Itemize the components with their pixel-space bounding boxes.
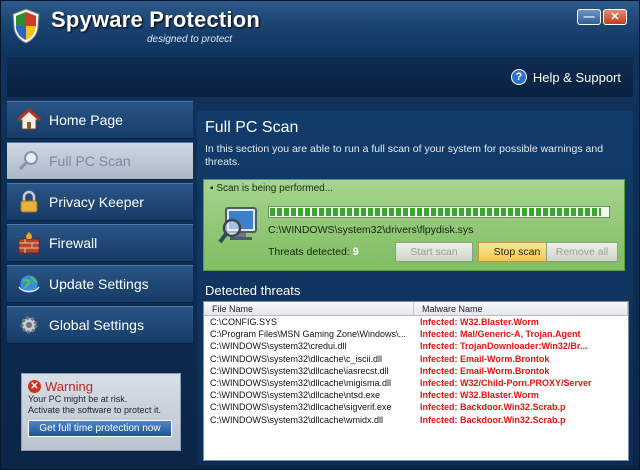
page-title: Full PC Scan — [205, 119, 299, 136]
table-row[interactable]: C:\Program Files\MSN Gaming Zone\Windows… — [204, 328, 628, 340]
header-band: ? Help & Support — [7, 57, 633, 97]
table-header: File Name Malware Name — [204, 302, 628, 316]
malware-name-cell: Infected: TrojanDownloader:Win32/Br... — [420, 341, 588, 352]
table-row[interactable]: C:\CONFIG.SYS Infected: W32.Blaster.Worm — [204, 316, 628, 328]
minimize-button[interactable]: — — [577, 9, 601, 25]
close-button[interactable]: ✕ — [603, 9, 627, 25]
sidebar-item-home-page[interactable]: Home Page — [7, 101, 193, 139]
sidebar-item-label: Global Settings — [49, 317, 144, 333]
sidebar-item-global-settings[interactable]: Global Settings — [7, 306, 193, 344]
threats-detected-label: Threats detected: — [268, 246, 350, 258]
globe-icon — [18, 274, 40, 294]
scan-progress-bar — [268, 206, 610, 218]
app-window: Spyware Protection designed to protect —… — [0, 0, 640, 470]
sidebar-item-privacy-keeper[interactable]: Privacy Keeper — [7, 183, 193, 221]
malware-name-cell: Infected: W32.Blaster.Worm — [420, 390, 539, 401]
malware-name-cell: Infected: W32/Child-Porn.PROXY/Server — [420, 377, 592, 388]
warning-heading: ✕ Warning — [28, 379, 174, 394]
warning-icon: ✕ — [28, 380, 41, 393]
file-name-cell: C:\WINDOWS\system32\dllcache\sigverif.ex… — [210, 402, 392, 413]
current-scan-file: C:\WINDOWS\system32\drivers\flpydisk.sys — [268, 224, 474, 236]
column-header-malware-name[interactable]: Malware Name — [414, 302, 628, 316]
malware-name-cell: Infected: Email-Worm.Brontok — [420, 365, 550, 376]
app-subtitle: designed to protect — [147, 34, 233, 45]
malware-name-cell: Infected: Email-Worm.Brontok — [420, 353, 550, 364]
scan-progress-fill — [270, 208, 602, 216]
table-row[interactable]: C:\WINDOWS\system32\dllcache\wmidx.dll In… — [204, 414, 628, 426]
computer-scan-icon — [218, 207, 257, 244]
shield-logo-icon — [12, 8, 40, 44]
main-panel: Full PC Scan In this section you are abl… — [197, 111, 633, 465]
help-support-link[interactable]: ? Help & Support — [510, 69, 621, 85]
table-row[interactable]: C:\WINDOWS\system32\dllcache\sigverif.ex… — [204, 401, 628, 413]
table-row[interactable]: C:\WINDOWS\system32\dllcache\ntsd.exe Inf… — [204, 389, 628, 401]
file-name-cell: C:\WINDOWS\system32\dllcache\ntsd.exe — [210, 390, 381, 401]
help-icon: ? — [510, 69, 527, 85]
page-description: In this section you are able to run a fu… — [205, 143, 604, 168]
table-row[interactable]: C:\WINDOWS\system32\dllcache\migisma.dll… — [204, 377, 628, 389]
sidebar-item-full-pc-scan[interactable]: Full PC Scan — [7, 142, 193, 180]
file-name-cell: C:\WINDOWS\system32\dllcache\wmidx.dll — [210, 414, 384, 425]
malware-name-cell: Infected: Backdoor.Win32.Scrab.p — [420, 414, 566, 425]
sidebar-item-label: Firewall — [49, 235, 98, 251]
malware-name-cell: Infected: Mal/Generic-A, Trojan.Agent — [420, 329, 581, 340]
sidebar: Home Page Full PC Scan Privacy Keeper Fi… — [7, 101, 193, 465]
remove-all-button[interactable]: Remove all — [546, 242, 618, 262]
title-bar: Spyware Protection designed to protect —… — [1, 1, 639, 53]
file-name-cell: C:\WINDOWS\system32\dllcache\migisma.dll — [210, 377, 392, 388]
warning-text-line-2: Activate the software to protect it. — [28, 405, 162, 415]
file-name-cell: C:\Program Files\MSN Gaming Zone\Windows… — [210, 329, 407, 340]
detected-threats-title: Detected threats — [205, 283, 301, 298]
gear-icon — [20, 316, 38, 334]
sidebar-item-label: Privacy Keeper — [49, 194, 144, 210]
magnifier-icon — [18, 151, 38, 171]
threats-detected: Threats detected: 9 — [268, 246, 359, 258]
house-icon — [17, 108, 41, 130]
warning-text-line-1: Your PC might be at risk. — [28, 394, 128, 404]
table-body: C:\CONFIG.SYS Infected: W32.Blaster.Worm C… — [204, 316, 628, 426]
app-title: Spyware Protection — [51, 7, 260, 32]
file-name-cell: C:\WINDOWS\system32\credui.dll — [210, 341, 347, 352]
column-header-file-name[interactable]: File Name — [204, 302, 414, 316]
malware-name-cell: Infected: Backdoor.Win32.Scrab.p — [420, 402, 566, 413]
table-row[interactable]: C:\WINDOWS\system32\dllcache\c_iscii.dll… — [204, 353, 628, 365]
stop-scan-button[interactable]: Stop scan — [478, 242, 556, 262]
start-scan-button[interactable]: Start scan — [395, 242, 473, 262]
sidebar-item-label: Full PC Scan — [49, 153, 131, 169]
file-name-cell: C:\WINDOWS\system32\dllcache\iasrecst.dl… — [210, 365, 389, 376]
padlock-icon — [20, 190, 38, 213]
table-row[interactable]: C:\WINDOWS\system32\dllcache\iasrecst.dl… — [204, 365, 628, 377]
sidebar-item-update-settings[interactable]: Update Settings — [7, 265, 193, 303]
file-name-cell: C:\CONFIG.SYS — [210, 317, 278, 327]
help-support-label: Help & Support — [532, 69, 621, 85]
firewall-icon — [18, 232, 40, 254]
malware-name-cell: Infected: W32.Blaster.Worm — [420, 317, 539, 327]
warning-title: Warning — [45, 379, 93, 394]
scan-progress-panel: ▪ Scan is being performed... C:\WINDOWS\… — [203, 179, 625, 271]
file-name-cell: C:\WINDOWS\system32\dllcache\c_iscii.dll — [210, 353, 383, 364]
sidebar-item-label: Update Settings — [49, 276, 149, 292]
scan-status: ▪ Scan is being performed... — [210, 183, 334, 194]
scan-status-text: Scan is being performed... — [216, 183, 334, 194]
sidebar-item-label: Home Page — [49, 112, 123, 128]
get-protection-button[interactable]: Get full time protection now — [28, 420, 172, 437]
warning-box: ✕ Warning Your PC might be at risk. Acti… — [21, 373, 181, 451]
sidebar-item-firewall[interactable]: Firewall — [7, 224, 193, 262]
threats-table[interactable]: File Name Malware Name C:\CONFIG.SYS Infe… — [203, 301, 629, 461]
threats-detected-count: 9 — [352, 246, 359, 258]
table-row[interactable]: C:\WINDOWS\system32\credui.dll Infected: … — [204, 340, 628, 352]
